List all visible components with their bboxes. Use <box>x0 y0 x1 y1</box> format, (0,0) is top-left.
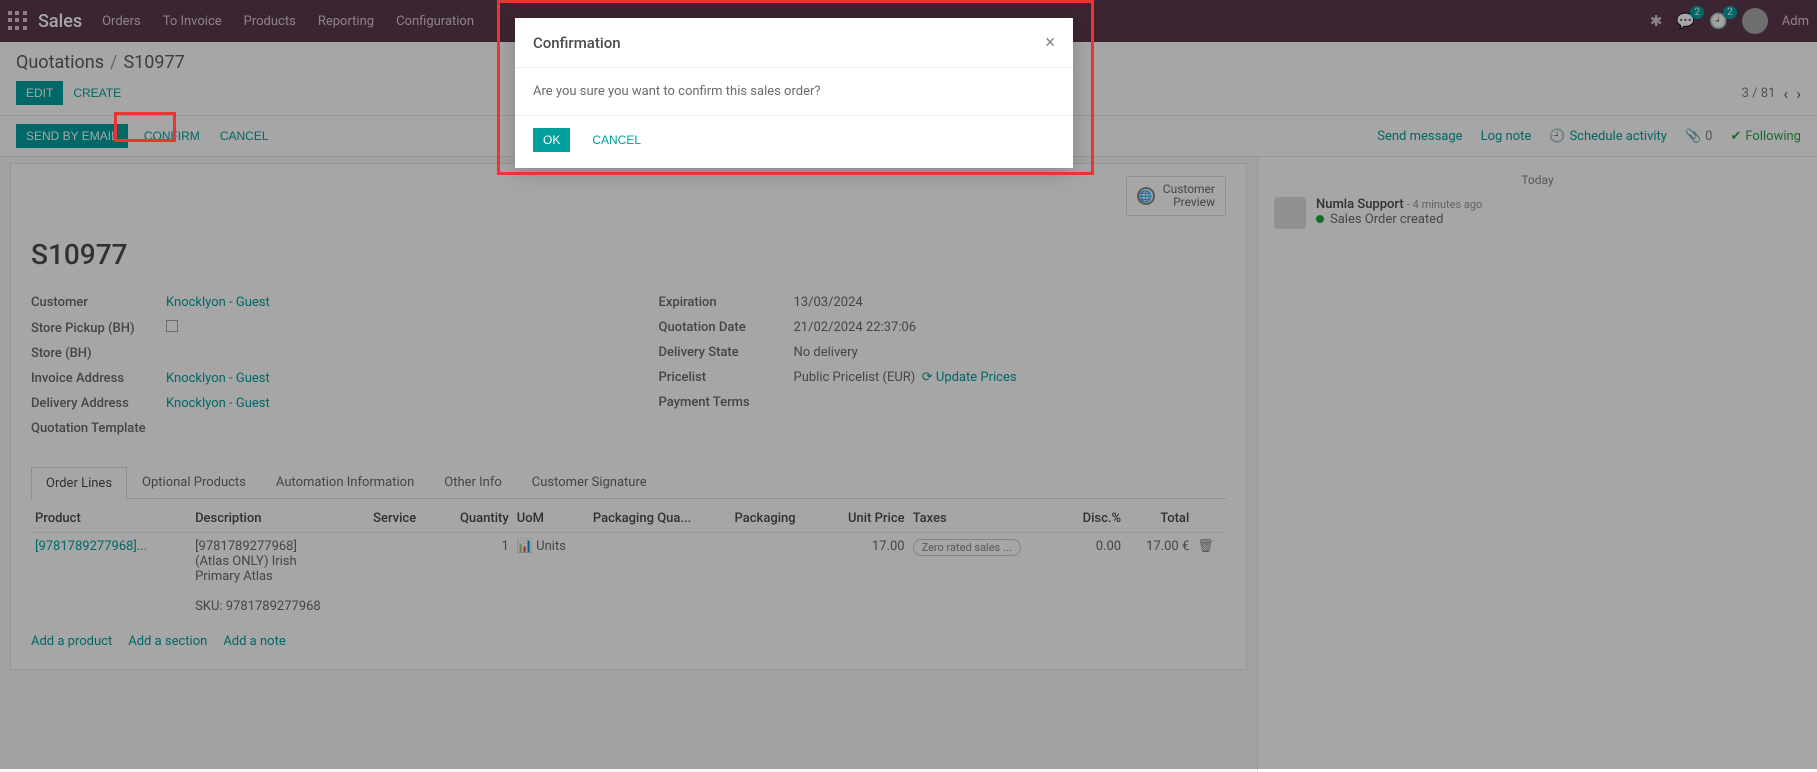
modal-ok-button[interactable]: OK <box>533 128 570 152</box>
modal-title: Confirmation <box>533 34 621 52</box>
modal-cancel-button[interactable]: CANCEL <box>582 128 651 152</box>
confirmation-modal: Confirmation × Are you sure you want to … <box>515 18 1073 168</box>
close-icon[interactable]: × <box>1045 32 1055 53</box>
modal-body: Are you sure you want to confirm this sa… <box>515 68 1073 115</box>
